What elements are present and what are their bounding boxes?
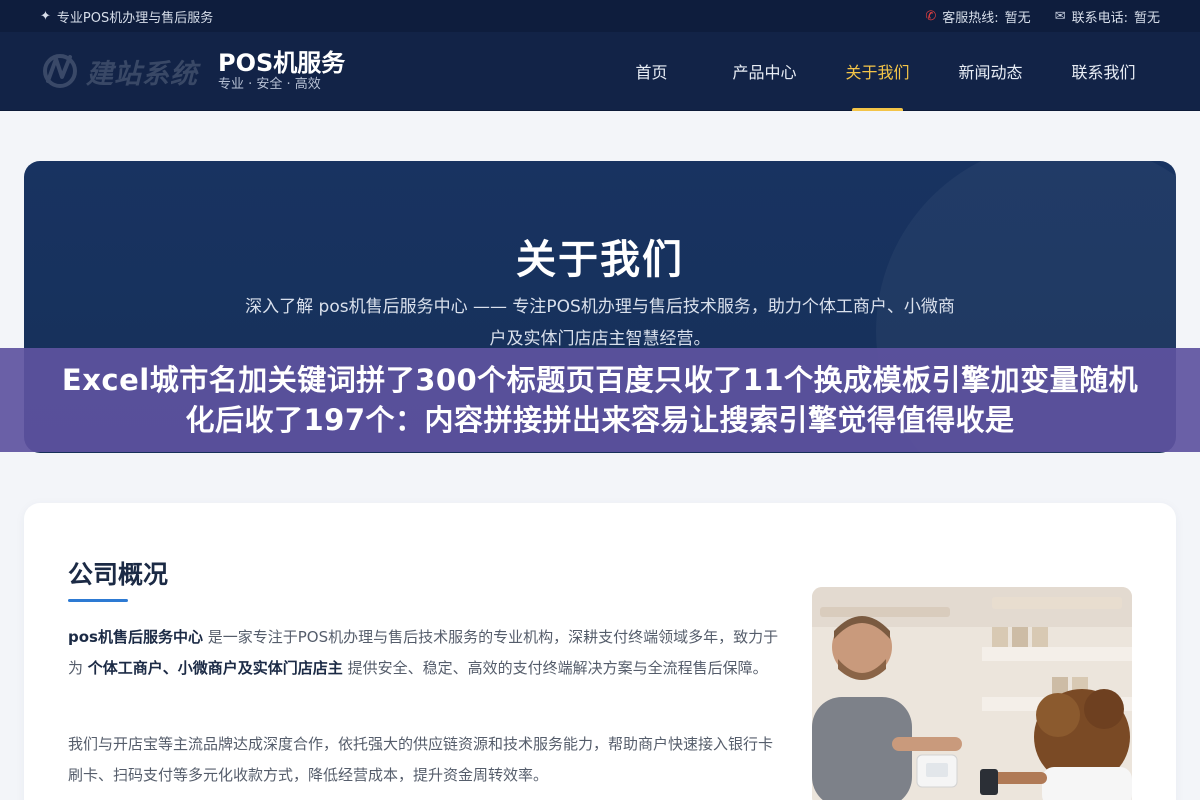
company-partnership-paragraph: 我们与开店宝等主流品牌达成深度合作，依托强大的供应链资源和技术服务能力，帮助商户… [68,735,774,784]
topbar-tagline: 专业POS机办理与售后服务 [56,10,214,26]
site-header: 建站系统 POS机服务 专业 · 安全 · 高效 首页 产品中心 关于我们 新闻… [0,32,1200,111]
target-customers-strong: 个体工商户、小微商户及实体门店店主 [87,659,343,677]
title-underline [68,599,128,602]
section-title: 公司概况 [68,560,169,589]
nav-news[interactable]: 新闻动态 [934,32,1047,111]
logo-text: 建站系统 [86,58,198,90]
hotline-info: ✆ 客服热线: 暂无 [925,7,1030,26]
hero-description: 深入了解 pos机售后服务中心 —— 专注POS机办理与售后技术服务，助力个体工… [245,297,955,349]
topbar-tagline-group: ✦ 专业POS机办理与售后服务 [40,7,213,26]
hotline-value: 暂无 [1004,10,1031,26]
company-overview-card: 公司概况 pos机售后服务中心 是一家专注于POS机办理与售后技术服务的专业机构… [24,503,1176,800]
nav-products[interactable]: 产品中心 [708,32,821,111]
top-info-bar: ✦ 专业POS机办理与售后服务 ✆ 客服热线: 暂无 ✉ 联系电话: 暂无 [0,0,1200,32]
article-title-overlay: Excel城市名加关键词拼了300个标题页百度只收了11个换成模板引擎加变量随机… [0,348,1200,452]
nav-home[interactable]: 首页 [595,32,708,111]
site-logo[interactable]: 建站系统 [40,51,198,91]
company-intro-paragraph: pos机售后服务中心 是一家专注于POS机办理与售后技术服务的专业机构，深耕支付… [68,622,780,684]
logo-mark-icon [40,51,80,91]
contact-phone-label: 联系电话: [1071,10,1128,26]
hotline-label: 客服热线: [942,10,999,26]
contact-phone-info: ✉ 联系电话: 暂无 [1055,7,1160,26]
shop-checkout-photo [812,587,1132,800]
intro-text-2: 提供安全、稳定、高效的支付终端解决方案与全流程售后保障。 [342,659,768,677]
nav-about[interactable]: 关于我们 [821,32,934,111]
overlay-headline: Excel城市名加关键词拼了300个标题页百度只收了11个换成模板引擎加变量随机… [61,363,1139,437]
mail-icon: ✉ [1054,8,1066,24]
brand-name: POS机服务 [218,49,346,77]
company-name-strong: pos机售后服务中心 [68,628,203,646]
brand-slogan: 专业 · 安全 · 高效 [218,77,321,92]
hero-title: 关于我们 [516,237,684,283]
contact-phone-value: 暂无 [1133,10,1160,26]
phone-icon: ✆ [925,8,937,24]
pos-terminal [916,754,958,788]
sparkle-icon: ✦ [40,8,51,24]
brand[interactable]: 建站系统 POS机服务 专业 · 安全 · 高效 [40,49,345,93]
main-nav: 首页 产品中心 关于我们 新闻动态 联系我们 [595,32,1160,111]
nav-contact[interactable]: 联系我们 [1047,32,1160,111]
